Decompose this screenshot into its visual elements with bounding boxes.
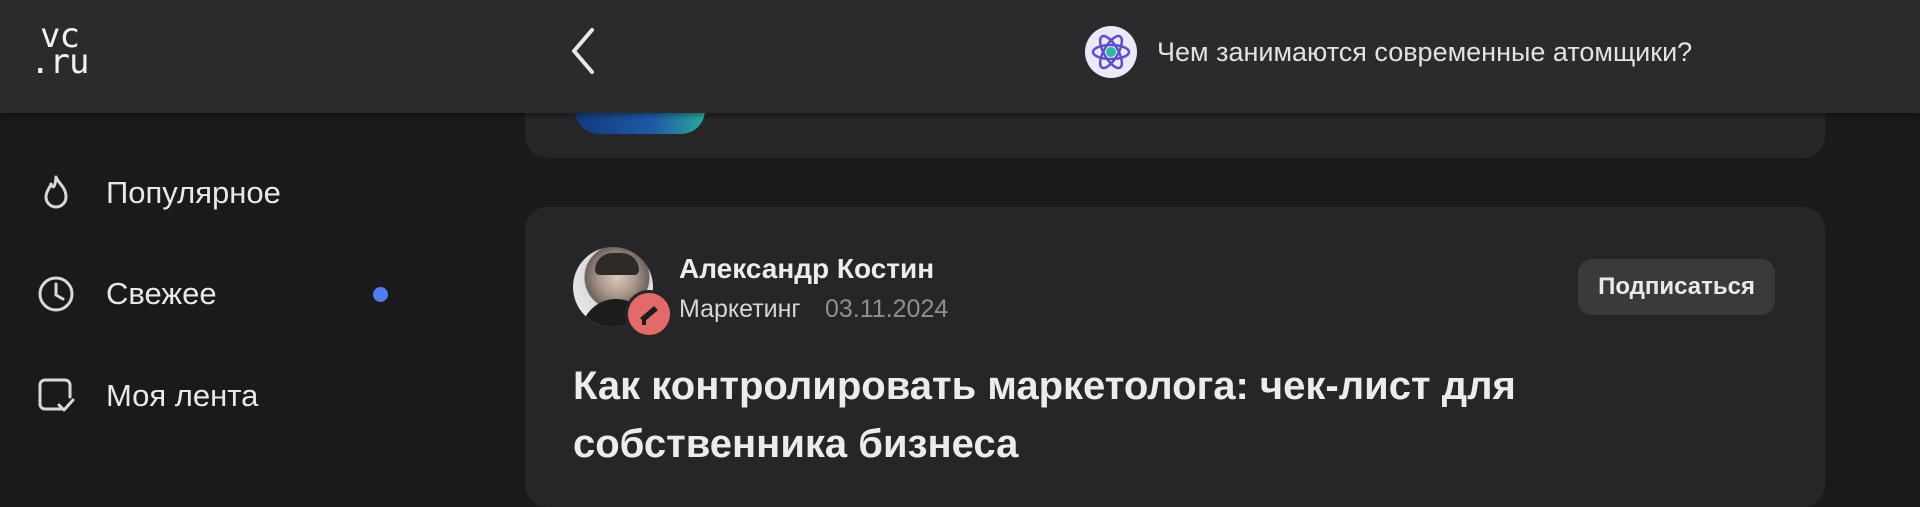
top-header: vc .ru Чем занимаются современные атомщи… <box>0 0 1920 113</box>
clock-icon <box>34 272 78 316</box>
vc-ru-logo[interactable]: vc .ru <box>30 18 96 84</box>
sidebar-item-fresh[interactable]: Свежее <box>34 269 394 319</box>
category-badge-icon <box>625 290 673 338</box>
back-button[interactable] <box>560 22 608 80</box>
sidebar-item-my-feed[interactable]: Моя лента <box>34 371 394 421</box>
atom-icon <box>1085 26 1137 78</box>
avatar-hair <box>595 253 639 275</box>
new-items-dot <box>373 286 388 302</box>
topic-link[interactable]: Чем занимаются современные атомщики? <box>1085 22 1692 82</box>
sidebar: Популярное Свежее Моя лента <box>0 113 420 470</box>
post-card: Александр Костин Маркетинг 03.11.2024 По… <box>525 207 1825 507</box>
sidebar-item-label: Популярное <box>106 175 281 210</box>
topic-title: Чем занимаются современные атомщики? <box>1157 36 1693 67</box>
feed-check-icon <box>34 374 78 418</box>
sidebar-item-popular[interactable]: Популярное <box>34 168 394 218</box>
chevron-left-icon <box>572 28 594 74</box>
post-category[interactable]: Маркетинг <box>679 295 801 324</box>
sidebar-item-label: Свежее <box>106 276 217 311</box>
sidebar-item-label: Моя лента <box>106 378 259 413</box>
flame-icon <box>34 171 78 215</box>
post-title[interactable]: Как контролировать маркетолога: чек-лист… <box>573 357 1723 473</box>
author-name[interactable]: Александр Костин <box>679 253 934 285</box>
subscribe-button[interactable]: Подписаться <box>1578 259 1775 315</box>
post-date: 03.11.2024 <box>825 295 949 323</box>
logo-line-2: .ru <box>30 42 89 82</box>
